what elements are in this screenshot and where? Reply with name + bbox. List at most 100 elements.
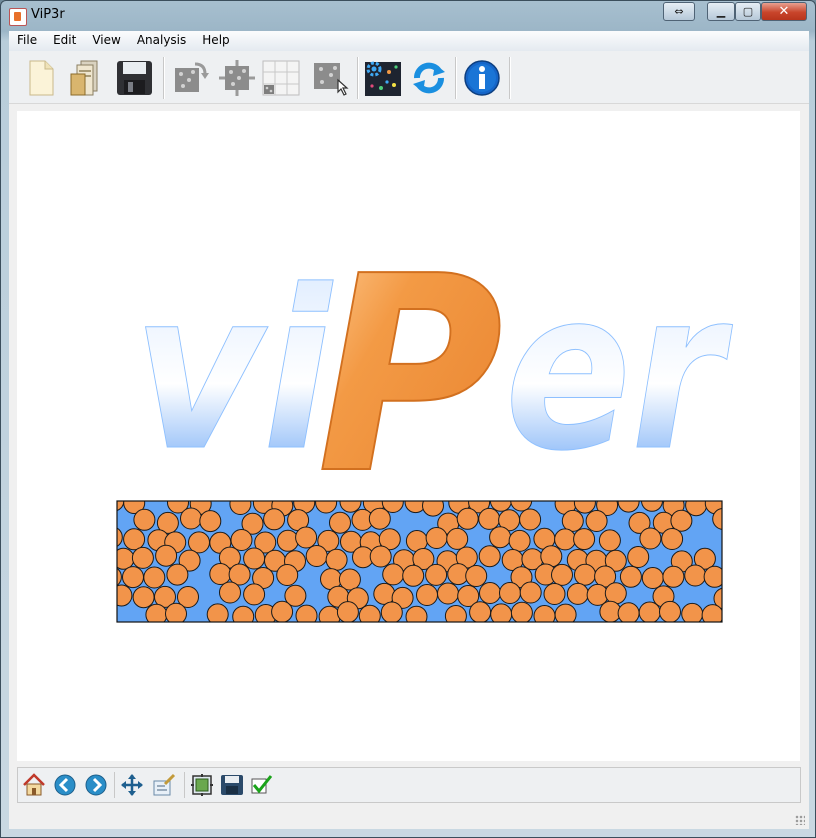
particle-circle: [230, 529, 253, 551]
rotate-image-button[interactable]: [171, 58, 211, 98]
check-icon: [251, 775, 273, 794]
particle-circle: [661, 528, 684, 550]
forward-icon: [85, 774, 107, 796]
particle-circle: [358, 604, 381, 622]
particle-circle: [479, 582, 501, 604]
particle-circle: [117, 584, 133, 607]
menu-help[interactable]: Help: [194, 31, 237, 51]
particle-circle: [425, 527, 448, 549]
particle-circle: [133, 508, 156, 531]
menu-view[interactable]: View: [84, 31, 128, 51]
figure-canvas[interactable]: vi P er: [17, 111, 800, 761]
apply-check-button[interactable]: [250, 773, 274, 797]
particle-circle: [519, 508, 542, 531]
save-figure-button[interactable]: [220, 773, 244, 797]
particle-circle: [478, 545, 501, 568]
refresh-button[interactable]: [409, 58, 449, 98]
particle-circle: [659, 600, 681, 622]
particle-circle: [617, 602, 640, 622]
particle-circle: [276, 529, 299, 552]
particle-circle: [325, 548, 348, 571]
menu-analysis[interactable]: Analysis: [129, 31, 194, 51]
particle-circle: [478, 507, 501, 530]
particle-circle: [373, 582, 396, 605]
pan-button[interactable]: [120, 773, 144, 797]
particle-circle: [180, 507, 202, 530]
main-toolbar: [9, 51, 809, 104]
configure-subplots-button[interactable]: [190, 773, 214, 797]
toolbar-separator: [163, 57, 165, 99]
toolbar-separator: [455, 57, 457, 99]
particle-circle: [117, 567, 122, 587]
crop-image-icon: [219, 60, 255, 96]
particle-circle: [305, 545, 328, 567]
particle-circle: [662, 565, 685, 588]
grid-split-button[interactable]: [261, 58, 301, 98]
particle-circle: [574, 563, 596, 586]
particle-circle: [508, 529, 531, 552]
save-figure-icon: [221, 775, 243, 795]
close-button[interactable]: ✕: [761, 2, 807, 21]
particle-circle: [598, 529, 621, 552]
rotate-image-icon: [175, 62, 209, 92]
select-particle-button[interactable]: [311, 58, 351, 98]
particle-circle: [188, 531, 210, 554]
home-button[interactable]: [22, 773, 46, 797]
particle-circle: [465, 565, 488, 587]
particle-circle: [573, 528, 596, 551]
window-title: ViP3r: [31, 7, 65, 22]
filter-image-button[interactable]: [217, 58, 257, 98]
title-bar[interactable]: ViP3r ⇔ ▁ ▢ ✕: [1, 1, 815, 31]
particle-circle: [519, 581, 542, 604]
particle-settings-icon: [365, 61, 401, 96]
particle-circle: [132, 586, 155, 609]
logo-text-vi: vi: [133, 243, 333, 499]
particle-circle: [554, 528, 577, 551]
particle-circle: [681, 602, 704, 622]
info-button[interactable]: [462, 58, 502, 98]
particle-circle: [566, 582, 589, 605]
menu-bar: File Edit View Analysis Help: [9, 31, 809, 51]
particle-circle: [271, 600, 294, 622]
particle-circle: [295, 604, 318, 622]
minimize-button[interactable]: ▁: [707, 2, 735, 21]
particle-circle: [402, 564, 425, 587]
resize-grip[interactable]: [795, 815, 805, 825]
particle-circle: [199, 510, 222, 533]
open-button[interactable]: [67, 58, 107, 98]
toolbar-separator: [357, 57, 359, 99]
app-icon: [9, 8, 27, 26]
logo-text-er: er: [505, 243, 733, 499]
particle-circle: [276, 564, 299, 586]
menu-edit[interactable]: Edit: [45, 31, 84, 51]
particle-circle: [209, 563, 232, 585]
particle-circle: [165, 602, 187, 622]
particle-circle: [416, 584, 438, 606]
forward-button[interactable]: [84, 773, 108, 797]
save-button[interactable]: [115, 58, 155, 98]
particle-circle: [155, 544, 178, 567]
pan-icon: [121, 774, 143, 796]
particle-circle: [670, 509, 693, 532]
particle-circle: [243, 547, 266, 570]
home-icon: [23, 773, 45, 796]
open-folder-icon: [70, 60, 98, 96]
toolbar-separator: [184, 772, 185, 798]
particle-circle: [533, 605, 556, 622]
particle-circle: [499, 582, 521, 604]
particle-circle: [639, 527, 662, 550]
zoom-button[interactable]: [152, 773, 176, 797]
particle-circle: [604, 582, 627, 605]
particle-circle: [143, 566, 166, 589]
toolbar-separator: [114, 772, 115, 798]
particle-circle: [437, 582, 459, 605]
particle-circle: [122, 566, 144, 589]
zoom-icon: [153, 773, 176, 796]
particle-settings-button[interactable]: [363, 58, 403, 98]
menu-file[interactable]: File: [9, 31, 45, 51]
maximize-button[interactable]: ▢: [735, 2, 761, 21]
new-file-icon: [29, 60, 54, 96]
resize-button[interactable]: ⇔: [663, 2, 695, 21]
back-button[interactable]: [53, 773, 77, 797]
new-file-button[interactable]: [21, 58, 61, 98]
